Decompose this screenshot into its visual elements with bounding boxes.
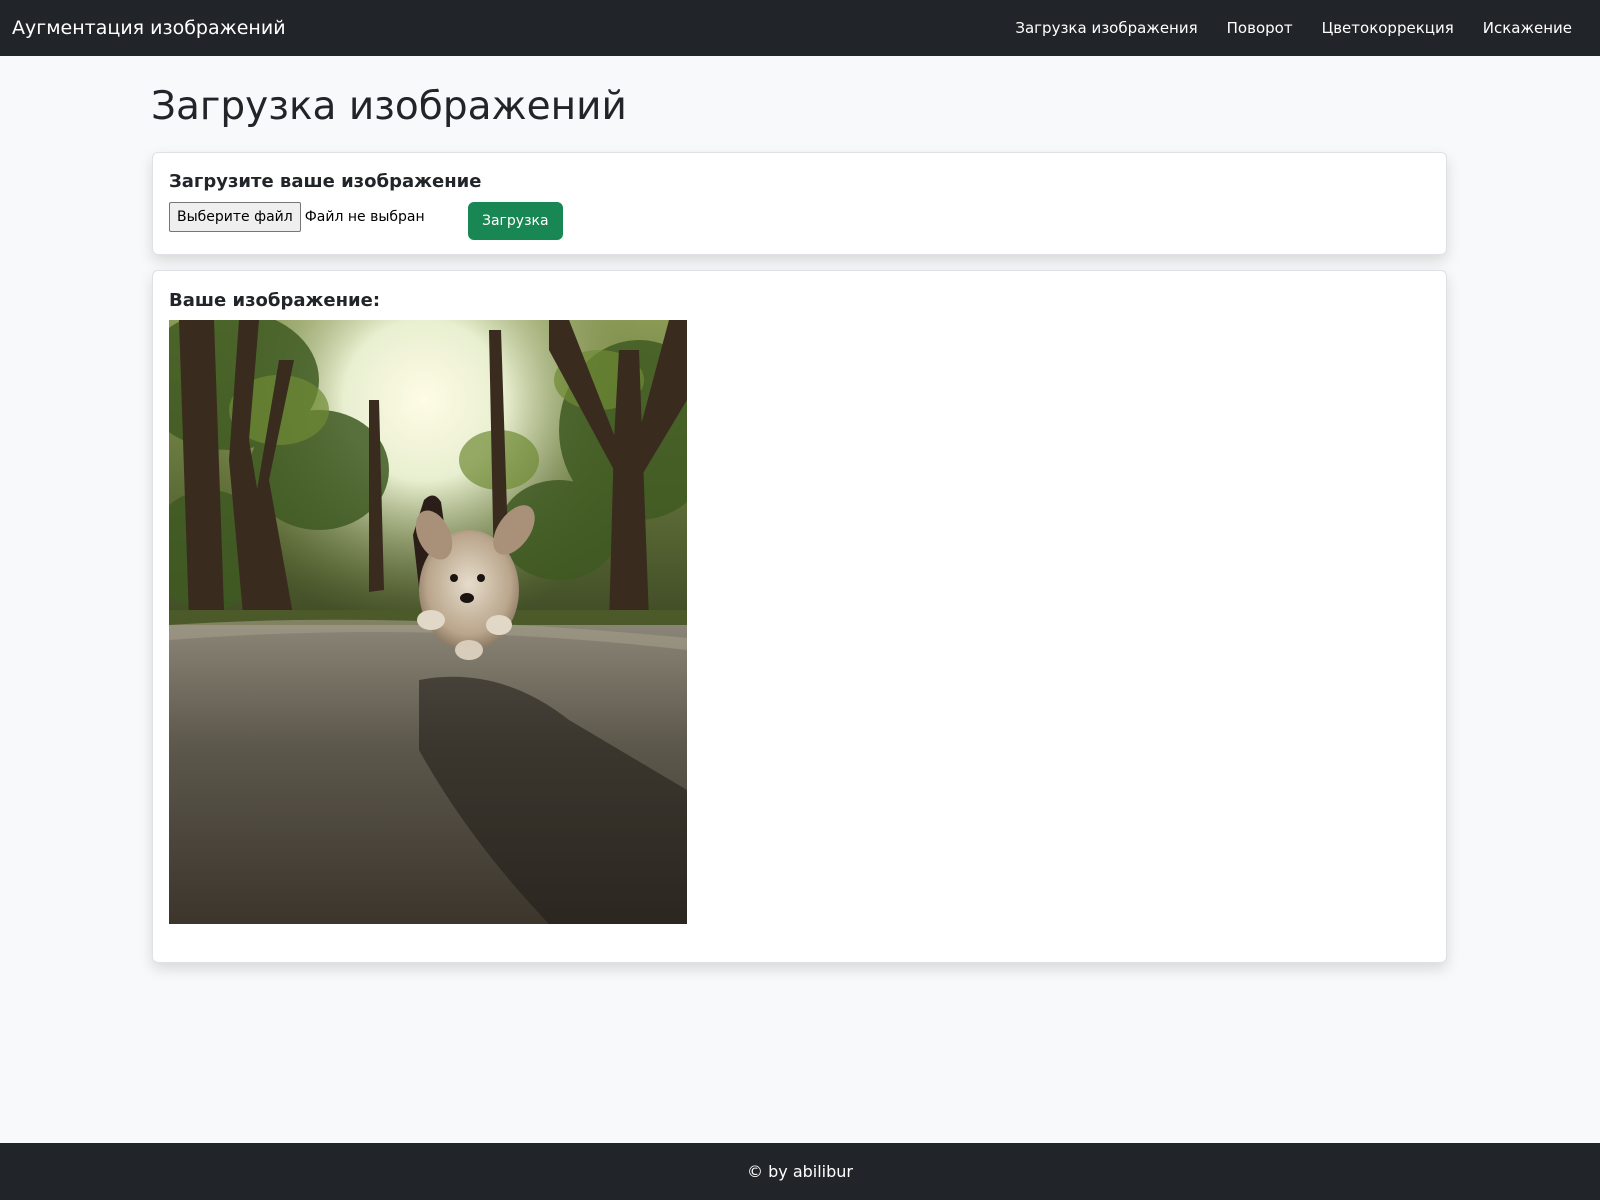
page-title: Загрузка изображений	[151, 84, 627, 129]
uploaded-image-illustration	[169, 320, 687, 924]
top-navbar: Аугментация изображений Загрузка изображ…	[0, 0, 1600, 56]
nav-link-rotation[interactable]: Поворот	[1227, 19, 1293, 37]
upload-card-heading: Загрузите ваше изображение	[169, 171, 482, 192]
nav-link-distortion[interactable]: Искажение	[1483, 19, 1572, 37]
file-input[interactable]: Выберите файл Файл не выбран	[169, 202, 465, 232]
choose-file-button[interactable]: Выберите файл	[169, 202, 301, 232]
image-card: Ваше изображение:	[152, 270, 1447, 963]
nav-link-upload[interactable]: Загрузка изображения	[1015, 19, 1197, 37]
uploaded-image	[169, 320, 687, 924]
file-status-text: Файл не выбран	[304, 209, 425, 225]
footer-text: © by abilibur	[747, 1162, 853, 1181]
nav-links: Загрузка изображения Поворот Цветокоррек…	[1015, 19, 1572, 37]
footer: © by abilibur	[0, 1143, 1600, 1200]
image-card-heading: Ваше изображение:	[169, 290, 381, 311]
upload-button[interactable]: Загрузка	[468, 202, 563, 240]
upload-card: Загрузите ваше изображение Выберите файл…	[152, 152, 1447, 255]
navbar-brand[interactable]: Аугментация изображений	[12, 17, 286, 39]
nav-link-color-correction[interactable]: Цветокоррекция	[1322, 19, 1454, 37]
